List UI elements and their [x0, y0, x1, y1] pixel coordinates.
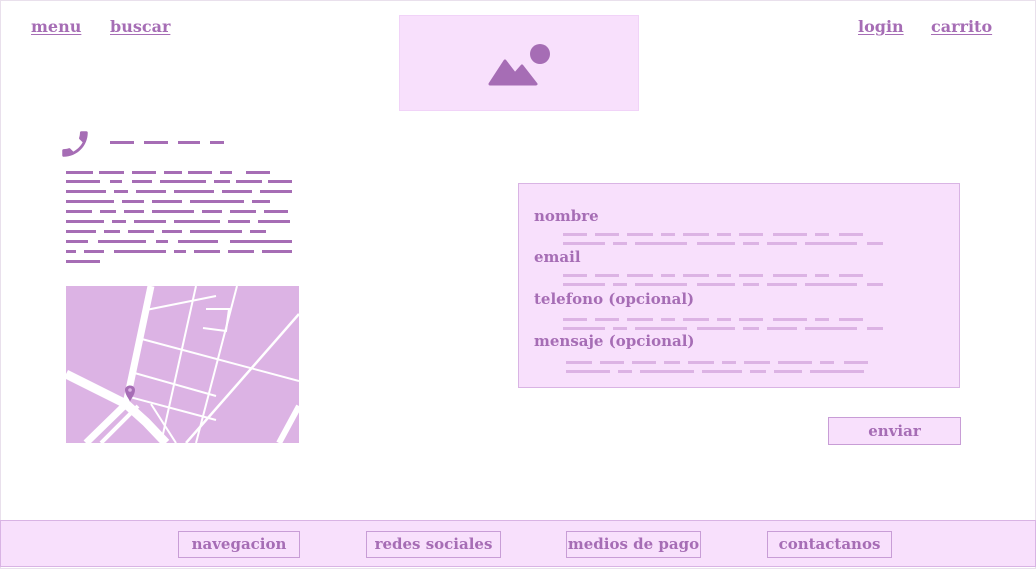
contact-form: nombre email telefono (opcional) mensaje… [518, 183, 960, 388]
footer-contact-button[interactable]: contactanos [767, 531, 892, 558]
address-text-placeholder [66, 171, 296, 270]
message-label: mensaje (opcional) [534, 332, 695, 350]
footer-navigation-button[interactable]: navegacion [178, 531, 300, 558]
email-input[interactable] [563, 271, 893, 290]
phone-number-placeholder [110, 141, 230, 145]
footer-payment-button[interactable]: medios de pago [566, 531, 701, 558]
name-label: nombre [534, 207, 599, 225]
message-input[interactable] [566, 358, 896, 377]
login-link[interactable]: login [858, 17, 904, 36]
phone-icon [58, 127, 92, 165]
footer: navegacion redes sociales medios de pago… [0, 520, 1036, 567]
image-placeholder-icon [488, 44, 550, 86]
location-map[interactable] [66, 286, 299, 443]
cart-link[interactable]: carrito [931, 17, 992, 36]
menu-link[interactable]: menu [31, 17, 81, 36]
phone-label: telefono (opcional) [534, 290, 695, 308]
name-input[interactable] [563, 230, 893, 249]
search-link[interactable]: buscar [110, 17, 170, 36]
submit-button[interactable]: enviar [828, 417, 961, 445]
email-label: email [534, 248, 581, 266]
logo-placeholder[interactable] [399, 15, 639, 111]
footer-social-button[interactable]: redes sociales [366, 531, 501, 558]
